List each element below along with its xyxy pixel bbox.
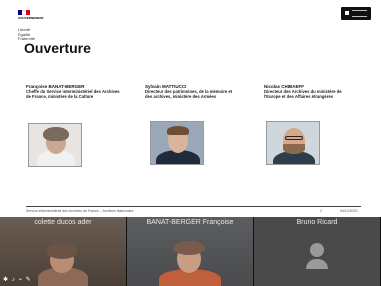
speaker-role: Directeur des patrimoines, de la mémoire… — [145, 89, 233, 100]
participant-hair — [173, 241, 205, 255]
participant-tile[interactable]: Bruno Ricard — [254, 217, 381, 286]
participant-hair — [46, 243, 78, 259]
speaker-photo — [150, 121, 204, 165]
avatar-body-icon — [306, 259, 328, 269]
participant-name: BANAT-BERGER Françoise — [146, 219, 234, 226]
speaker-block: Sylvain MATTIUCCI Directeur des patrimoi… — [145, 84, 240, 99]
video-conference-window: GOUVERNEMENT Liberté Égalité Fraternité … — [0, 0, 381, 286]
speaker-photo — [28, 123, 82, 167]
partner-logo-badge — [341, 7, 371, 20]
footer-date: 04/12/2020 — [340, 209, 358, 213]
logo-text: GOUVERNEMENT — [18, 16, 44, 20]
speaker-role: Cheffe du Service interministériel des A… — [26, 89, 120, 100]
badge-text-lines — [352, 10, 367, 17]
footer-text: Service interministériel des Archives de… — [26, 209, 134, 213]
speaker-role: Directeur des Archives du ministère de l… — [264, 89, 342, 100]
participant-name: colette ducos ader — [34, 219, 92, 226]
speaker-photo — [266, 121, 320, 165]
slide-title: Ouverture — [24, 40, 91, 56]
footer-divider — [26, 206, 361, 207]
participant-tile[interactable]: colette ducos ader ✱ ♪ ⌁ ✎ — [0, 217, 127, 286]
footer-page-number: 2 — [320, 209, 322, 213]
participant-name: Bruno Ricard — [296, 219, 338, 226]
avatar-head-icon — [310, 243, 324, 257]
participant-tile[interactable]: BANAT-BERGER Françoise — [127, 217, 254, 286]
french-flag-icon — [18, 10, 30, 15]
badge-mark-icon — [345, 11, 349, 15]
gouvernement-logo: GOUVERNEMENT — [18, 10, 44, 20]
participants-strip: colette ducos ader ✱ ♪ ⌁ ✎ BANAT-BERGER … — [0, 217, 381, 286]
speaker-block: Françoise BANAT-BERGER Cheffe du Service… — [26, 84, 121, 99]
shared-slide: GOUVERNEMENT Liberté Égalité Fraternité … — [0, 0, 381, 217]
status-icons[interactable]: ✱ ♪ ⌁ ✎ — [3, 276, 32, 283]
speaker-block: Nicolas CHIBAEFF Directeur des Archives … — [264, 84, 359, 99]
